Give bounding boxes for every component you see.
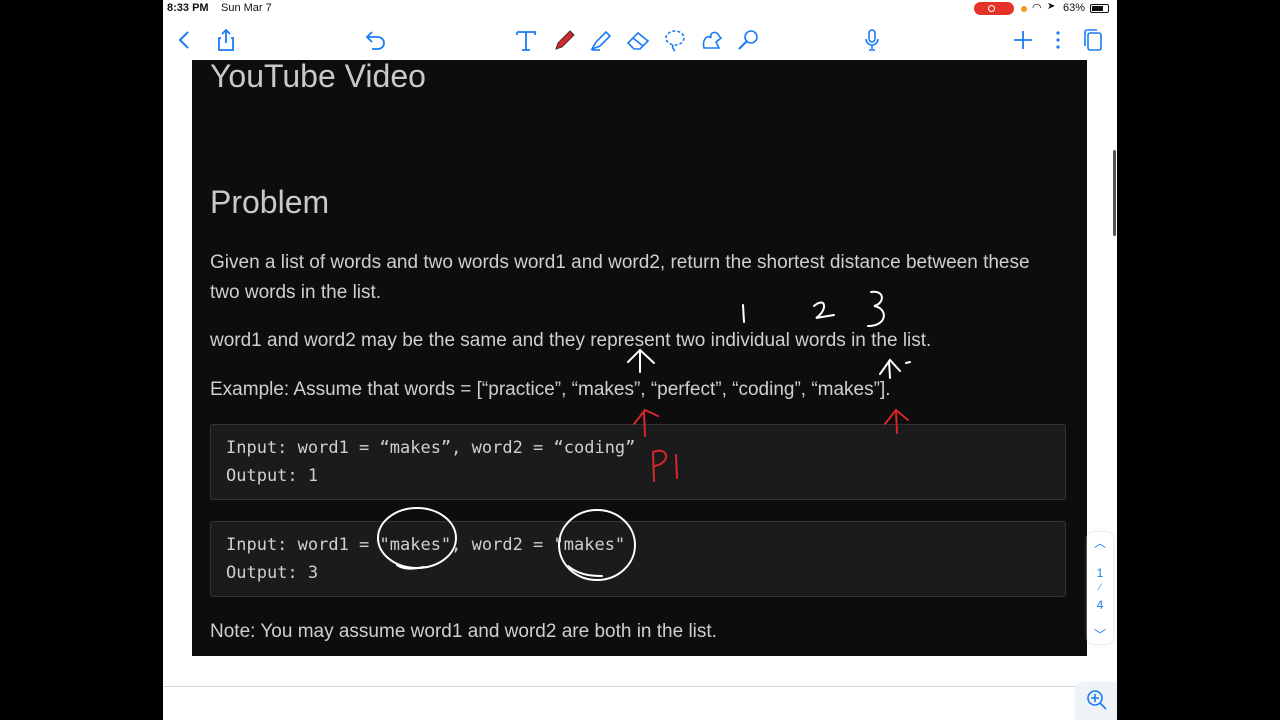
pages-icon[interactable] [1080,28,1106,52]
battery-percent: 63% [1063,2,1086,14]
scrollbar[interactable] [1113,150,1116,236]
code-block-2: Input: word1 = "makes", word2 = "makes" … [210,521,1066,597]
pen-tool-icon[interactable] [551,28,577,52]
back-icon[interactable] [171,28,197,52]
code-line: Output: 3 [226,563,319,583]
laser-pointer-icon[interactable] [735,28,761,52]
problem-heading: Problem [210,184,330,220]
toolbar [163,18,1117,60]
page-indicator[interactable]: ︿ 1 ⁄ 4 ﹀ [1087,532,1113,644]
mic-indicator-icon [1021,6,1027,12]
share-icon[interactable] [213,28,239,52]
ipad-screen: 8:33 PM Sun Mar 7 ◠ ➤ 63% YouTube Video … [163,0,1117,720]
screen-recording-icon [974,2,1014,15]
page-separator: ⁄ [1099,582,1101,592]
code-line: Input: word1 = "makes", word2 = "makes" [226,535,626,555]
zoom-button[interactable] [1075,682,1117,720]
document-page[interactable]: YouTube Video Problem Given a list of wo… [192,60,1087,656]
current-page: 1 [1096,566,1104,580]
code-line: Input: word1 = “makes”, word2 = “coding” [226,438,636,458]
problem-description: Given a list of words and two words word… [210,252,1030,303]
status-date: Sun Mar 7 [221,2,272,14]
code-line: Output: 1 [226,466,319,486]
undo-icon[interactable] [363,28,389,52]
microphone-icon[interactable] [859,28,885,52]
youtube-video-heading: YouTube Video [210,60,426,94]
location-icon: ➤ [1047,1,1056,12]
wifi-icon: ◠ [1032,2,1042,14]
chevron-up-icon[interactable]: ︿ [1087,534,1113,551]
text-tool-icon[interactable] [513,28,539,52]
more-icon[interactable] [1045,28,1071,52]
chevron-down-icon[interactable]: ﹀ [1087,626,1113,643]
highlighter-icon[interactable] [588,28,614,52]
example-text: Example: Assume that words = [“practice”… [210,379,891,400]
add-page-icon[interactable] [1010,28,1036,52]
eraser-icon[interactable] [625,28,651,52]
status-time: 8:33 PM [167,2,209,14]
magnifier-plus-icon [1087,690,1107,710]
total-pages: 4 [1096,598,1104,612]
status-bar: 8:33 PM Sun Mar 7 ◠ ➤ 63% [163,0,1117,18]
lasso-icon[interactable] [662,28,688,52]
page-divider [163,686,1117,687]
shapes-icon[interactable] [699,28,725,52]
code-block-1: Input: word1 = “makes”, word2 = “coding”… [210,424,1066,500]
battery-icon [1090,4,1109,13]
same-word-note: word1 and word2 may be the same and they… [210,330,932,351]
note-text: Note: You may assume word1 and word2 are… [210,621,717,642]
